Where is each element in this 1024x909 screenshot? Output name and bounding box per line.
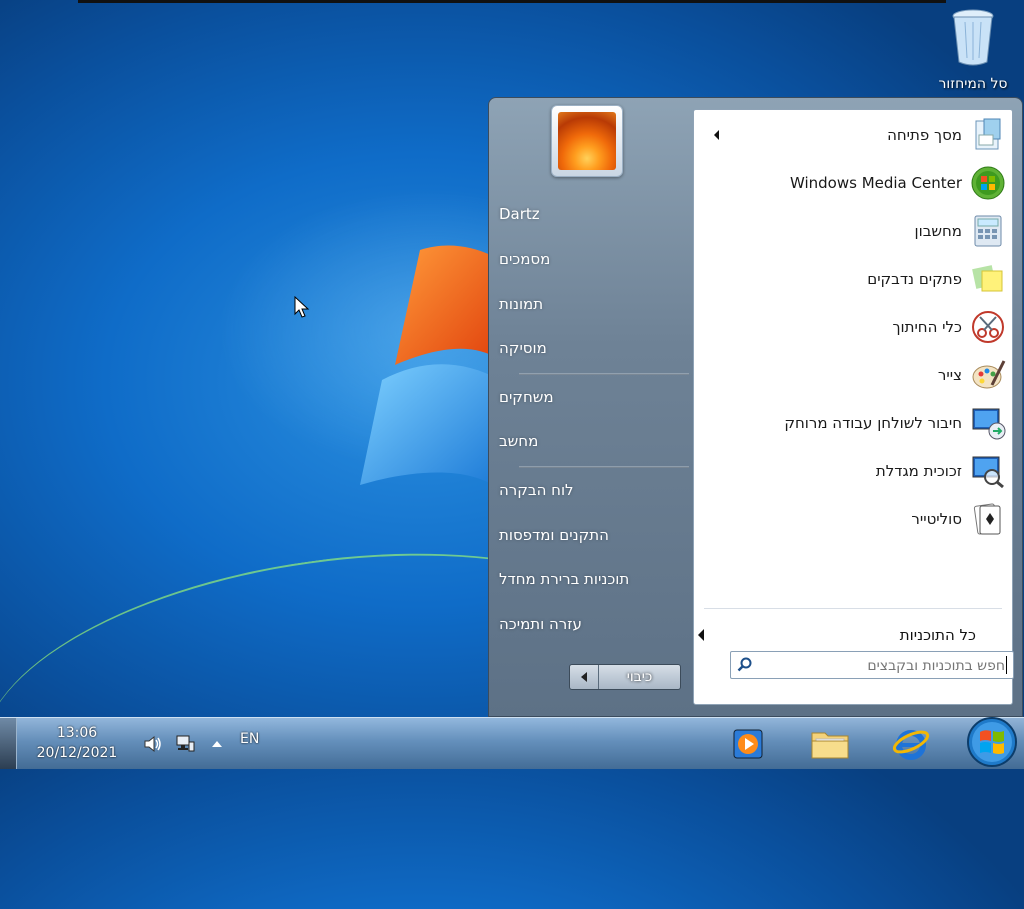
place-label: תמונות <box>499 295 544 313</box>
search-input[interactable] <box>759 654 1007 678</box>
place-default-programs[interactable]: תוכניות ברירת מחדל <box>499 563 679 595</box>
program-label: צייר <box>937 366 962 384</box>
calculator-icon <box>974 215 1002 247</box>
all-programs-button[interactable]: כל התוכניות <box>698 620 1006 650</box>
media-player-icon <box>733 729 763 759</box>
recycle-bin-icon <box>952 9 994 66</box>
user-avatar[interactable] <box>551 105 623 177</box>
magnifier-icon <box>972 456 1004 489</box>
taskbar-media-player[interactable] <box>725 722 771 766</box>
place-label: לוח הבקרה <box>499 481 574 499</box>
place-user[interactable]: Dartz <box>499 198 679 230</box>
program-label: מסך פתיחה <box>887 126 962 144</box>
shutdown-button[interactable]: כיבוי <box>599 665 680 689</box>
window-edge <box>78 0 946 3</box>
place-documents[interactable]: מסמכים <box>499 243 679 275</box>
start-button[interactable] <box>966 716 1018 768</box>
place-label: התקנים ומדפסות <box>499 526 609 544</box>
clock-date: 20/12/2021 <box>36 745 118 761</box>
place-computer[interactable]: מחשב <box>499 425 679 457</box>
mouse-cursor-icon <box>294 296 310 318</box>
place-help-support[interactable]: עזרה ותמיכה <box>499 608 679 640</box>
program-label: כלי החיתוך <box>892 318 962 336</box>
place-label: מחשב <box>499 432 539 450</box>
program-label: Windows Media Center <box>789 174 962 192</box>
volume-icon[interactable] <box>142 733 164 755</box>
submenu-arrow-icon <box>714 130 719 140</box>
program-label: מחשבון <box>914 222 962 240</box>
place-label: Dartz <box>499 205 540 223</box>
place-games[interactable]: משחקים <box>499 381 679 413</box>
programs-divider <box>704 608 1002 609</box>
program-remote-desktop[interactable]: חיבור לשולחן עבודה מרוחק <box>700 401 1006 445</box>
taskbar: 13:06 20/12/2021 EN <box>0 717 1024 769</box>
program-calculator[interactable]: מחשבון <box>700 209 1006 253</box>
place-music[interactable]: מוסיקה <box>499 332 679 364</box>
place-label: מוסיקה <box>499 339 547 357</box>
places-divider <box>519 373 689 375</box>
show-desktop-button[interactable] <box>0 718 17 769</box>
programs-panel: מסך פתיחה Windows Media Center מחשבון פת… <box>693 109 1013 705</box>
program-label: פתקים נדבקים <box>867 270 962 288</box>
program-label: סוליטייר <box>911 510 962 528</box>
clock[interactable]: 13:06 20/12/2021 <box>22 723 132 763</box>
show-hidden-icons-button[interactable] <box>206 733 228 755</box>
taskbar-internet-explorer[interactable] <box>888 722 934 766</box>
search-box[interactable] <box>730 651 1014 679</box>
program-label: חיבור לשולחן עבודה מרוחק <box>784 414 962 432</box>
program-label: זכוכית מגדלת <box>875 462 962 480</box>
program-snipping-tool[interactable]: כלי החיתוך <box>700 305 1006 349</box>
taskbar-explorer[interactable] <box>807 722 853 766</box>
place-pictures[interactable]: תמונות <box>499 288 679 320</box>
place-label: עזרה ותמיכה <box>499 615 582 633</box>
program-paint[interactable]: צייר <box>700 353 1006 397</box>
program-getting-started[interactable]: מסך פתיחה <box>700 113 1006 157</box>
program-sticky-notes[interactable]: פתקים נדבקים <box>700 257 1006 301</box>
windows-logo <box>360 245 500 490</box>
place-label: משחקים <box>499 388 554 406</box>
place-control-panel[interactable]: לוח הבקרה <box>499 474 679 506</box>
all-programs-label: כל התוכניות <box>899 626 976 644</box>
start-menu: Dartz מסמכים תמונות מוסיקה משחקים מחשב ל… <box>488 97 1023 717</box>
getting-started-icon <box>975 118 1001 150</box>
place-devices-printers[interactable]: התקנים ומדפסות <box>499 519 679 551</box>
solitaire-icon <box>973 503 1001 535</box>
flower-picture <box>558 112 616 170</box>
internet-explorer-icon <box>892 730 930 760</box>
media-center-icon <box>971 166 1005 200</box>
place-label: מסמכים <box>499 250 551 268</box>
paint-icon <box>972 360 1006 389</box>
language-indicator[interactable]: EN <box>240 731 259 747</box>
chevron-left-icon <box>698 629 704 641</box>
network-icon[interactable] <box>174 733 196 755</box>
clock-time: 13:06 <box>56 725 98 741</box>
recycle-bin[interactable]: סל המיחזור <box>928 8 1018 98</box>
shutdown-options-button[interactable] <box>570 665 599 689</box>
program-magnifier[interactable]: זכוכית מגדלת <box>700 449 1006 493</box>
explorer-folder-icon <box>811 732 849 759</box>
remote-desktop-icon <box>972 408 1006 440</box>
sticky-notes-icon <box>972 265 1003 292</box>
search-icon <box>737 657 752 672</box>
program-solitaire[interactable]: סוליטייר <box>700 497 1006 541</box>
program-media-center[interactable]: Windows Media Center <box>700 161 1006 205</box>
chevron-left-icon <box>581 672 587 682</box>
shutdown-button-group: כיבוי <box>569 664 681 690</box>
notification-area <box>142 718 228 769</box>
snipping-tool-icon <box>972 311 1004 343</box>
place-label: תוכניות ברירת מחדל <box>499 570 630 588</box>
text-caret <box>1006 656 1007 674</box>
recycle-bin-label: סל המיחזור <box>938 76 1008 92</box>
places-divider <box>519 466 689 468</box>
